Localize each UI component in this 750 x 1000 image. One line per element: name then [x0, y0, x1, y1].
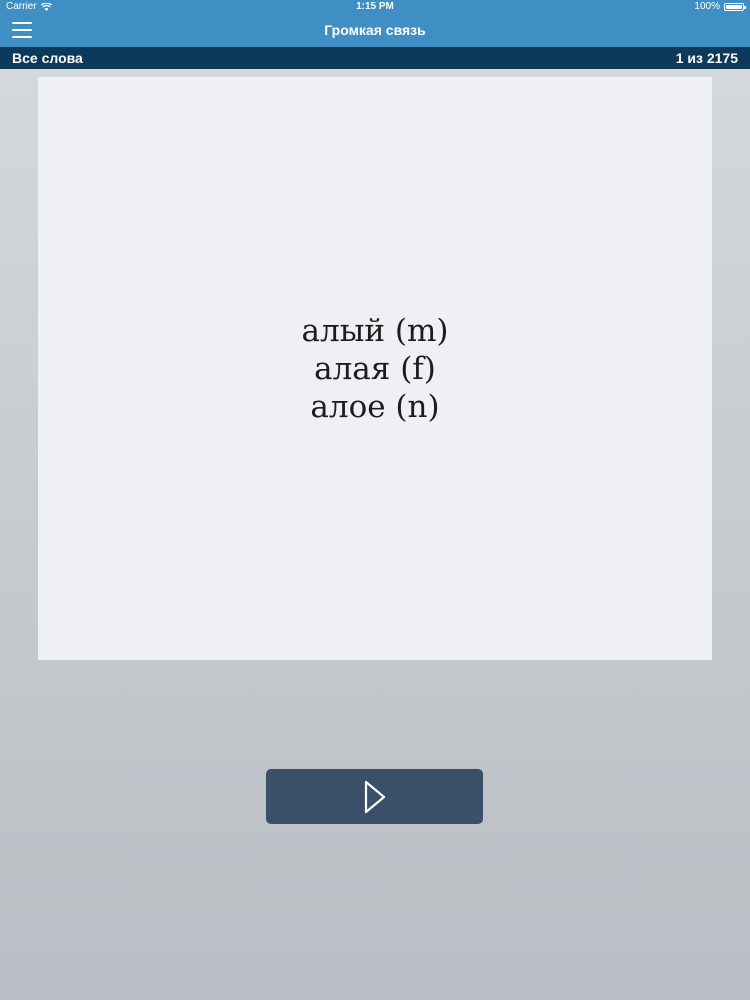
word-list-header: Все слова 1 из 2175 [0, 47, 750, 69]
nav-bar: Громкая связь [0, 14, 750, 47]
card-counter: 1 из 2175 [675, 50, 738, 66]
play-outline-icon [364, 780, 386, 814]
word-list-name[interactable]: Все слова [12, 47, 83, 69]
page-title: Громкая связь [324, 22, 426, 38]
battery-icon [724, 3, 746, 11]
status-right: 100% [694, 0, 746, 14]
status-bar: Carrier 1:15 PM 100% [0, 0, 750, 14]
status-time: 1:15 PM [356, 1, 394, 12]
card-word-neuter: алое (n) [310, 388, 440, 425]
flashcard[interactable]: алый (m) алая (f) алое (n) [38, 77, 712, 660]
battery-percent: 100% [694, 1, 720, 12]
card-word-masculine: алый (m) [301, 312, 449, 349]
play-button[interactable] [266, 769, 483, 824]
card-word-feminine: алая (f) [314, 350, 436, 387]
